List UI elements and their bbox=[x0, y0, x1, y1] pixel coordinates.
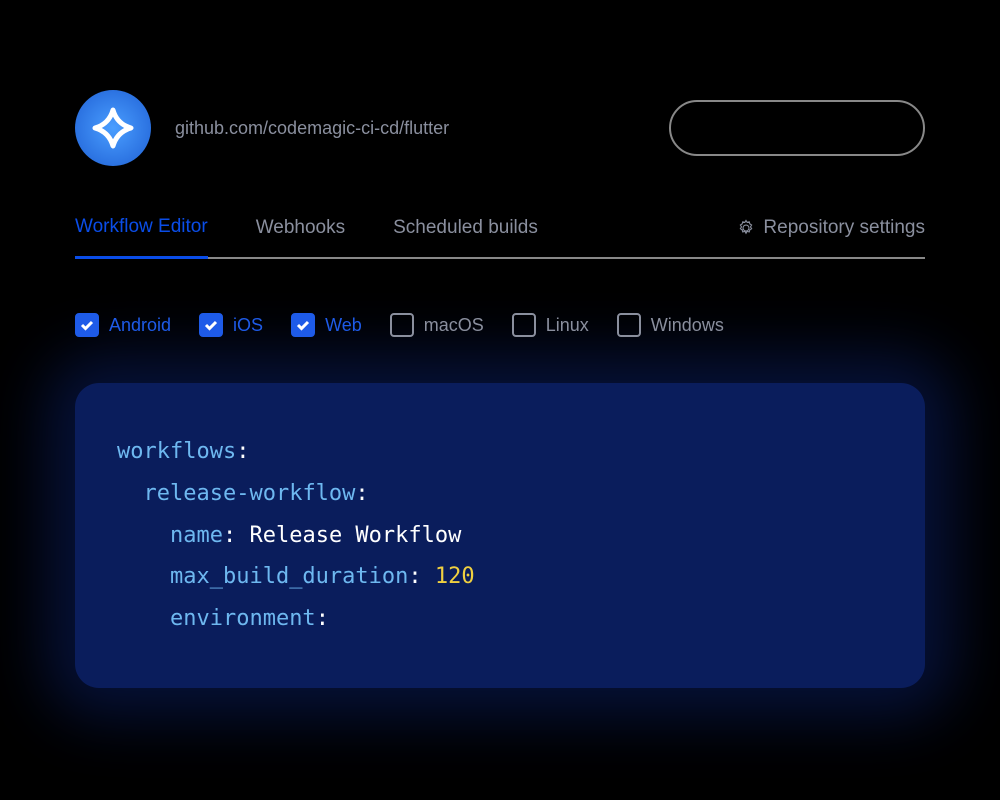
tab-repository-settings[interactable]: Repository settings bbox=[737, 217, 925, 257]
checkbox-label: Linux bbox=[546, 315, 589, 336]
tab-scheduled-builds[interactable]: Scheduled builds bbox=[393, 217, 538, 257]
checkbox-linux[interactable]: Linux bbox=[512, 313, 589, 337]
header-left: github.com/codemagic-ci-cd/flutter bbox=[75, 90, 449, 166]
yaml-key: name bbox=[170, 523, 223, 548]
action-button[interactable] bbox=[669, 100, 925, 156]
checkbox-ios[interactable]: iOS bbox=[199, 313, 263, 337]
yaml-value: 120 bbox=[435, 564, 475, 589]
code-line: release-workflow: bbox=[117, 473, 883, 515]
platform-checkboxes: Android iOS Web macOS Linux Windows bbox=[75, 313, 925, 337]
yaml-key: workflows bbox=[117, 439, 236, 464]
check-icon bbox=[203, 317, 219, 333]
checkbox-label: iOS bbox=[233, 315, 263, 336]
checkbox-android[interactable]: Android bbox=[75, 313, 171, 337]
code-line: max_build_duration: 120 bbox=[117, 556, 883, 598]
check-icon bbox=[79, 317, 95, 333]
settings-label: Repository settings bbox=[763, 217, 925, 239]
checkbox-windows[interactable]: Windows bbox=[617, 313, 724, 337]
checkbox-web[interactable]: Web bbox=[291, 313, 362, 337]
yaml-value: Release Workflow bbox=[249, 523, 461, 548]
yaml-key: environment bbox=[170, 606, 316, 631]
code-line: workflows: bbox=[117, 431, 883, 473]
checkbox-box bbox=[512, 313, 536, 337]
yaml-key: max_build_duration bbox=[170, 564, 408, 589]
checkbox-macos[interactable]: macOS bbox=[390, 313, 484, 337]
code-line: environment: bbox=[117, 598, 883, 640]
header: github.com/codemagic-ci-cd/flutter bbox=[75, 90, 925, 166]
check-icon bbox=[295, 317, 311, 333]
tab-workflow-editor[interactable]: Workflow Editor bbox=[75, 216, 208, 259]
checkbox-box bbox=[199, 313, 223, 337]
yaml-key: release-workflow bbox=[144, 481, 356, 506]
code-line: name: Release Workflow bbox=[117, 515, 883, 557]
checkbox-label: Android bbox=[109, 315, 171, 336]
codemagic-logo bbox=[75, 90, 151, 166]
yaml-code-block: workflows: release-workflow: name: Relea… bbox=[75, 383, 925, 688]
tabs: Workflow Editor Webhooks Scheduled build… bbox=[75, 216, 925, 259]
tab-webhooks[interactable]: Webhooks bbox=[256, 217, 345, 257]
repo-url: github.com/codemagic-ci-cd/flutter bbox=[175, 118, 449, 139]
checkbox-label: Web bbox=[325, 315, 362, 336]
star-icon bbox=[91, 106, 135, 150]
checkbox-label: Windows bbox=[651, 315, 724, 336]
checkbox-box bbox=[390, 313, 414, 337]
gear-icon bbox=[737, 219, 755, 237]
checkbox-label: macOS bbox=[424, 315, 484, 336]
checkbox-box bbox=[75, 313, 99, 337]
checkbox-box bbox=[291, 313, 315, 337]
checkbox-box bbox=[617, 313, 641, 337]
